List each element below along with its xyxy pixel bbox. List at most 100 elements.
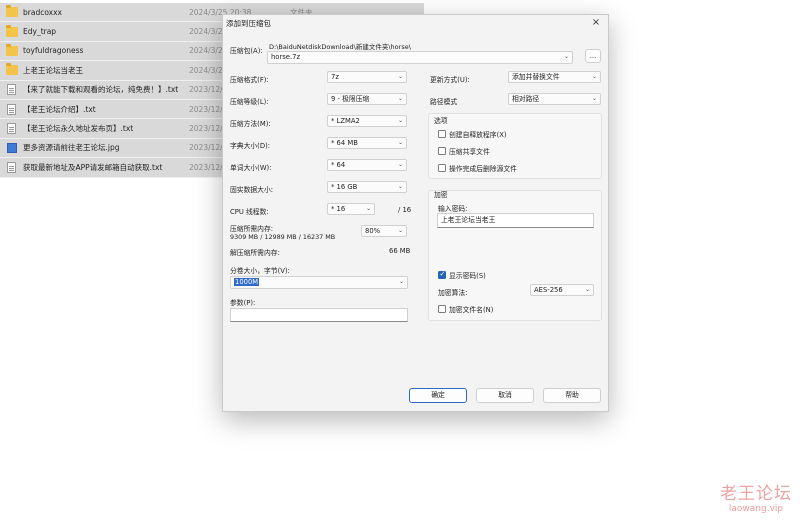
chevron-down-icon: ⌄ — [397, 95, 403, 102]
word-label: 单词大小(W): — [230, 164, 272, 172]
file-date: 2024/3/2 — [189, 65, 223, 75]
file-name: 【来了就能下载和观看的论坛，纯免费！】.txt — [23, 85, 179, 95]
folder-icon — [6, 24, 18, 37]
chevron-down-icon: ⌄ — [365, 205, 371, 212]
chevron-down-icon: ⌄ — [397, 227, 403, 234]
format-value: 7z — [331, 73, 339, 81]
archive-label: 压缩包(A): — [230, 47, 263, 55]
chevron-down-icon: ⌄ — [563, 53, 569, 60]
sfx-checkbox[interactable] — [438, 130, 446, 138]
params-label: 参数(P): — [230, 299, 256, 307]
shared-checkbox[interactable] — [438, 147, 446, 155]
archive-name-combo[interactable]: horse.7z ⌄ — [267, 51, 573, 64]
options-title: 选项 — [434, 117, 448, 125]
text-file-icon — [7, 84, 16, 96]
level-label: 压缩等级(L): — [230, 98, 269, 106]
cpu-total: / 16 — [398, 206, 412, 214]
dict-label: 字典大小(D): — [230, 142, 271, 150]
show-password-option[interactable]: 显示密码(S) — [438, 270, 486, 280]
chevron-down-icon: ⌄ — [397, 139, 403, 146]
word-value: * 64 — [331, 161, 346, 169]
show-password-checkbox[interactable] — [438, 270, 446, 279]
delete-checkbox[interactable] — [438, 164, 446, 172]
sfx-label: 创建自释放程序(X) — [449, 131, 507, 139]
cancel-button[interactable]: 取消 — [476, 388, 534, 403]
dialog-title-bar[interactable]: 添加到压缩包 — [223, 15, 608, 32]
solid-label: 固实数据大小: — [230, 186, 274, 194]
show-password-label: 显示密码(S) — [449, 272, 486, 280]
chevron-down-icon: ⌄ — [398, 278, 404, 285]
watermark: 老王论坛 laowang.vip — [720, 479, 792, 514]
chevron-down-icon: ⌄ — [397, 161, 403, 168]
split-combo[interactable]: 1000M ⌄ — [230, 276, 408, 289]
dict-value: * 64 MB — [331, 139, 358, 147]
shared-label: 压缩共享文件 — [449, 148, 490, 156]
split-value: 1000M — [234, 278, 260, 286]
level-value: 9 - 极限压缩 — [331, 95, 370, 103]
file-date: 2024/3/2 — [189, 27, 223, 37]
sfx-option[interactable]: 创建自释放程序(X) — [438, 129, 507, 139]
mem-label: 压缩所需内存: — [230, 225, 274, 233]
file-date: 2024/3/2 — [189, 46, 223, 56]
method-label: 压缩方法(M): — [230, 120, 271, 128]
file-date: 2023/12/ — [189, 104, 223, 114]
file-name: Edy_trap — [23, 27, 57, 37]
file-name: 获取最新地址及APP请发邮箱自动获取.txt — [23, 162, 163, 172]
text-file-icon — [7, 161, 16, 173]
level-select[interactable]: 9 - 极限压缩 ⌄ — [327, 93, 407, 105]
folder-icon — [6, 63, 18, 76]
chevron-down-icon: ⌄ — [397, 117, 403, 124]
pathmode-value: 相对路径 — [512, 95, 540, 103]
chevron-down-icon: ⌄ — [591, 73, 597, 80]
folder-icon — [6, 5, 18, 18]
mem-percent-value: 80% — [365, 227, 381, 235]
params-input[interactable] — [230, 308, 408, 322]
cpu-label: CPU 线程数: — [230, 208, 269, 216]
dict-select[interactable]: * 64 MB ⌄ — [327, 137, 407, 149]
file-name: bradcoxxx — [23, 7, 62, 17]
mem-percent-select[interactable]: 80% ⌄ — [361, 225, 407, 237]
file-date: 2023/12/ — [189, 143, 223, 153]
password-label: 输入密码: — [438, 205, 468, 213]
method-value: * LZMA2 — [331, 117, 360, 125]
update-label: 更新方式(U): — [430, 76, 470, 84]
file-date: 2023/12/ — [189, 85, 223, 95]
decomp-label: 解压缩所需内存: — [230, 249, 280, 257]
file-name: toyfuldragoness — [23, 46, 84, 56]
delete-option[interactable]: 操作完成后删除源文件 — [438, 163, 517, 173]
cpu-select[interactable]: * 16 ⌄ — [327, 203, 375, 215]
cpu-value: * 16 — [331, 205, 346, 213]
word-select[interactable]: * 64 ⌄ — [327, 159, 407, 171]
chevron-down-icon: ⌄ — [584, 286, 590, 293]
encrypt-names-option[interactable]: 加密文件名(N) — [438, 304, 493, 314]
dialog-title: 添加到压缩包 — [226, 19, 271, 28]
pathmode-select[interactable]: 相对路径 ⌄ — [508, 93, 601, 105]
file-name: 更多资源请前往老王论坛.jpg — [23, 143, 120, 153]
solid-select[interactable]: * 16 GB ⌄ — [327, 181, 407, 193]
browse-button[interactable]: ... — [585, 49, 601, 63]
decomp-value: 66 MB — [389, 247, 411, 255]
encrypt-names-label: 加密文件名(N) — [449, 306, 494, 314]
file-name: 【老王论坛永久地址发布页】.txt — [23, 124, 134, 134]
format-select[interactable]: 7z ⌄ — [327, 71, 407, 83]
watermark-url: laowang.vip — [728, 504, 784, 514]
method-select[interactable]: * LZMA2 ⌄ — [327, 115, 407, 127]
shared-option[interactable]: 压缩共享文件 — [438, 146, 490, 156]
help-button[interactable]: 帮助 — [543, 388, 601, 403]
enc-method-select[interactable]: AES-256 ⌄ — [530, 284, 594, 296]
close-icon[interactable]: × — [590, 17, 602, 29]
enc-method-label: 加密算法: — [438, 289, 468, 297]
update-select[interactable]: 添加并替换文件 ⌄ — [508, 71, 601, 83]
update-value: 添加并替换文件 — [512, 73, 560, 81]
mem-detail: 9309 MB / 12989 MB / 16237 MB — [230, 233, 336, 241]
password-input[interactable]: 上老王论坛当老王 — [437, 213, 594, 228]
ok-button[interactable]: 确定 — [409, 388, 467, 403]
chevron-down-icon: ⌄ — [397, 73, 403, 80]
encrypt-names-checkbox[interactable] — [438, 305, 446, 313]
text-file-icon — [7, 123, 16, 135]
format-label: 压缩格式(F): — [230, 76, 269, 84]
chevron-down-icon: ⌄ — [397, 183, 403, 190]
file-date: 2023/12/ — [189, 124, 223, 134]
folder-icon — [6, 43, 18, 56]
encrypt-title: 加密 — [434, 191, 448, 199]
